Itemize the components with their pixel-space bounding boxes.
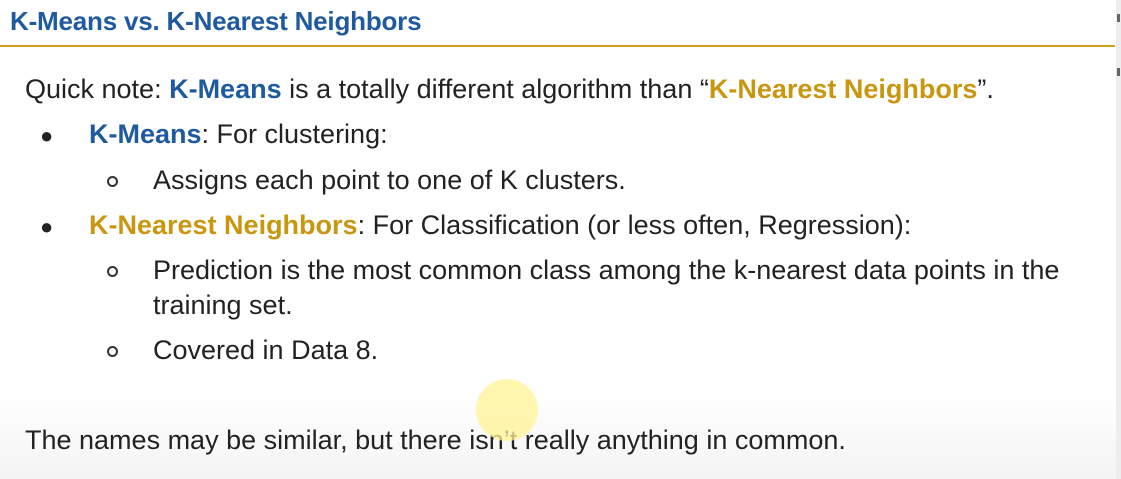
scrollbar-tick [1117,14,1120,22]
list-item-desc: : For Classification (or less often, Reg… [357,210,912,240]
sub-bullet-icon [107,346,118,357]
slide: K-Means vs. K-Nearest Neighbors Quick no… [0,0,1121,479]
kmeans-term: K-Means [169,74,282,104]
scrollbar[interactable] [1116,0,1121,479]
cursor-highlight [476,379,538,441]
quick-note: Quick note: K-Means is a totally differe… [25,72,994,106]
slide-title: K-Means vs. K-Nearest Neighbors [10,6,422,36]
sub-bullet-icon [107,266,118,277]
footer-note: The names may be similar, but there isn’… [25,425,846,455]
bullet-icon: ● [40,214,54,239]
quick-note-suffix: ”. [977,74,994,104]
sub-item: Prediction is the most common class amon… [153,255,1060,285]
scrollbar-tick [1117,68,1120,76]
list-item-kmeans: K-Means: For clustering: [89,117,388,151]
quick-note-prefix: Quick note: [25,74,170,104]
list-item-term: K-Means [89,119,202,149]
title-divider [0,45,1115,47]
sub-item: Assigns each point to one of K clusters. [153,165,626,195]
list-item-desc: : For clustering: [201,119,388,149]
quick-note-middle: is a totally different algorithm than “ [281,74,709,104]
bullet-icon: ● [40,123,54,148]
list-item-knn: K-Nearest Neighbors: For Classification … [89,208,911,242]
knn-term: K-Nearest Neighbors [708,74,978,104]
sub-item-continuation: training set. [153,290,293,320]
list-item-term: K-Nearest Neighbors [89,210,358,240]
sub-item: Covered in Data 8. [153,335,379,365]
sub-bullet-icon [107,176,118,187]
